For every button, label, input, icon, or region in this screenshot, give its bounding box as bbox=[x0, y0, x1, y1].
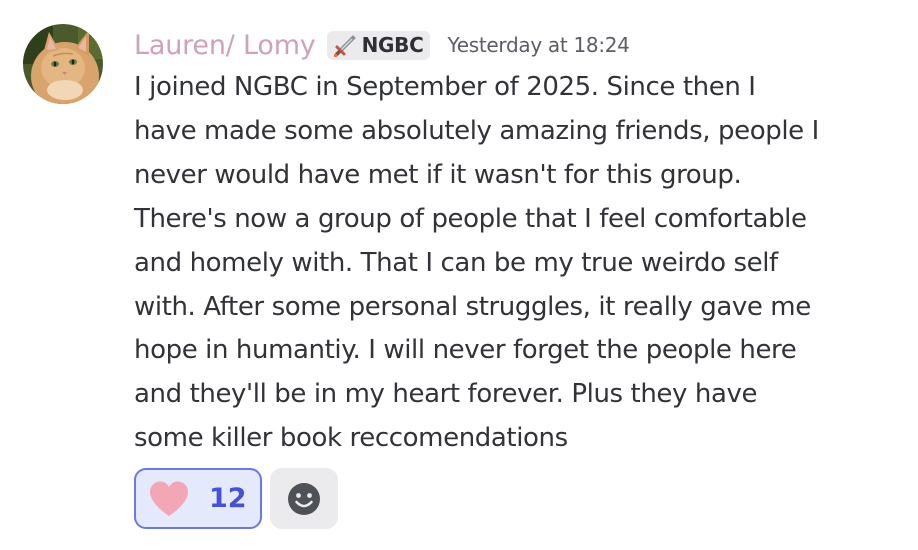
timestamp[interactable]: Yesterday at 18:24 bbox=[447, 33, 629, 57]
reactions-bar: 12 bbox=[134, 468, 338, 529]
sword-icon bbox=[333, 35, 356, 57]
reaction-count: 12 bbox=[209, 483, 247, 514]
chat-message: Lauren/ Lomy NGBC Yesterday at 18:24 I j… bbox=[0, 0, 918, 550]
message-content: I joined NGBC in September of 2025. Sinc… bbox=[134, 72, 819, 454]
server-tag[interactable]: NGBC bbox=[326, 30, 431, 60]
server-tag-label: NGBC bbox=[361, 33, 424, 57]
heart-icon bbox=[150, 481, 188, 516]
username[interactable]: Lauren/ Lomy bbox=[134, 30, 316, 61]
add-reaction-button[interactable] bbox=[270, 468, 338, 529]
smiley-icon bbox=[288, 482, 320, 515]
message-header: Lauren/ Lomy NGBC Yesterday at 18:24 bbox=[134, 25, 630, 65]
avatar[interactable] bbox=[23, 24, 103, 104]
reaction-heart[interactable]: 12 bbox=[134, 468, 262, 529]
cat-avatar-image bbox=[23, 24, 103, 104]
